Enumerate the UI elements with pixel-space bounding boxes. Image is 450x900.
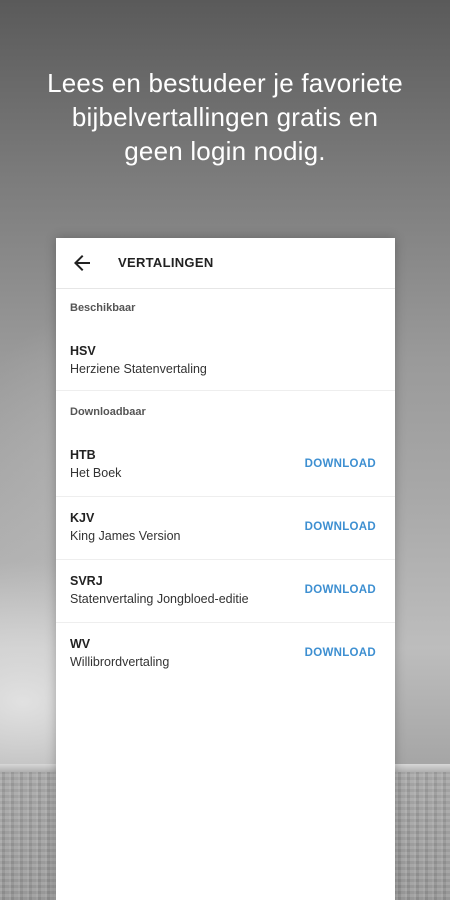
translation-name: Willibrordvertaling	[70, 655, 170, 669]
back-button[interactable]	[70, 251, 94, 275]
translation-row-hsv[interactable]: HSV Herziene Statenvertaling	[56, 330, 395, 391]
promo-line-2: bijbelvertallingen gratis en	[71, 102, 379, 132]
translation-code: WV	[70, 637, 91, 651]
section-label-available: Beschikbaar	[70, 302, 136, 314]
translation-code: KJV	[70, 511, 95, 525]
translation-code: HSV	[70, 344, 96, 358]
promo-line-1: Lees en bestudeer je favoriete	[47, 68, 403, 98]
download-button-wv[interactable]: DOWNLOAD	[305, 647, 376, 659]
translation-row-htb[interactable]: HTB Het Boek DOWNLOAD	[56, 434, 395, 497]
translation-name: King James Version	[70, 529, 181, 543]
section-label-downloadable: Downloadbaar	[70, 406, 146, 418]
translation-name: Het Boek	[70, 466, 122, 480]
translation-name: Herziene Statenvertaling	[70, 362, 207, 376]
promo-headline: Lees en bestudeer je favoriete bijbelver…	[0, 66, 450, 168]
download-button-svrj[interactable]: DOWNLOAD	[305, 584, 376, 596]
download-button-htb[interactable]: DOWNLOAD	[305, 458, 376, 470]
arrow-left-icon	[74, 255, 90, 271]
translation-name: Statenvertaling Jongbloed-editie	[70, 592, 249, 606]
app-bar: VERTALINGEN	[56, 238, 395, 289]
translation-code: SVRJ	[70, 574, 103, 588]
translation-row-svrj[interactable]: SVRJ Statenvertaling Jongbloed-editie DO…	[56, 560, 395, 623]
translation-row-wv[interactable]: WV Willibrordvertaling DOWNLOAD	[56, 623, 395, 685]
phone-screen-card: VERTALINGEN Beschikbaar HSV Herziene Sta…	[56, 238, 395, 900]
download-button-kjv[interactable]: DOWNLOAD	[305, 521, 376, 533]
translation-row-kjv[interactable]: KJV King James Version DOWNLOAD	[56, 497, 395, 560]
translation-code: HTB	[70, 448, 96, 462]
page-title: VERTALINGEN	[118, 255, 214, 270]
promo-line-3: geen login nodig.	[124, 136, 326, 166]
